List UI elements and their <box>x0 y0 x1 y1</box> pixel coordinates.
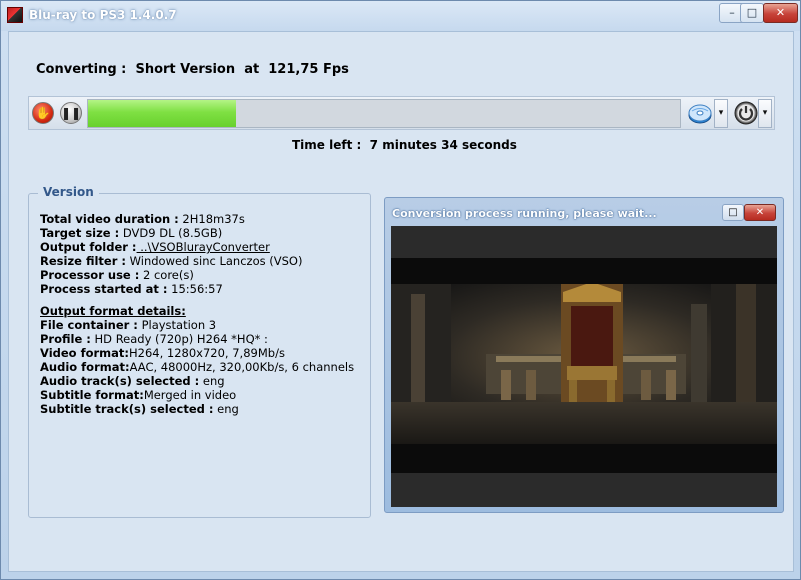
fps-value: 121,75 Fps <box>268 62 349 77</box>
close-button[interactable]: ✕ <box>763 3 798 23</box>
stop-hand-icon: ✋ <box>35 106 51 120</box>
output-header-label: Output format details: <box>40 304 186 318</box>
disc-burn-button[interactable] <box>687 100 713 126</box>
info-value: AAC, 48000Hz, 320,00Kb/s, 6 channels <box>129 360 355 374</box>
title-bar[interactable]: Blu-ray to PS3 1.4.0.7 – □ ✕ <box>1 1 800 31</box>
window-title: Blu-ray to PS3 1.4.0.7 <box>29 8 177 22</box>
info-value: eng <box>213 402 239 416</box>
preview-window[interactable]: Conversion process running, please wait.… <box>384 197 784 513</box>
preview-maximize-button[interactable]: □ <box>722 204 744 221</box>
info-row-subtitle-format: Subtitle format:Merged in video <box>40 388 366 402</box>
version-group-title: Version <box>38 185 99 199</box>
info-value: HD Ready (720p) H264 *HQ* : <box>90 332 268 346</box>
info-value: 2 core(s) <box>139 268 194 282</box>
info-row-container: File container : Playstation 3 <box>40 318 366 332</box>
info-value: eng <box>199 374 225 388</box>
letterbox-top <box>391 258 777 284</box>
info-row-started: Process started at : 15:56:57 <box>40 282 366 296</box>
stop-button[interactable]: ✋ <box>32 102 54 124</box>
info-label: Processor use : <box>40 268 140 282</box>
info-row-profile: Profile : HD Ready (720p) H264 *HQ* : <box>40 332 366 346</box>
info-label: Target size : <box>40 226 120 240</box>
info-value: Windowed sinc Lanczos (VSO) <box>125 254 303 268</box>
minimize-icon: – <box>729 6 735 19</box>
info-label: Resize filter : <box>40 254 126 268</box>
power-options-dropdown[interactable]: ▾ <box>758 99 772 128</box>
disc-options-dropdown[interactable]: ▾ <box>714 99 728 128</box>
output-folder-link[interactable]: ..\VSOBlurayConverter <box>137 240 270 254</box>
shutdown-button[interactable] <box>733 100 759 126</box>
version-group: Version Total video duration : 2H18m37s … <box>28 185 371 518</box>
info-label: Video format: <box>40 346 129 360</box>
time-left-label: Time left : <box>292 138 362 152</box>
info-value: 2H18m37s <box>178 212 245 226</box>
info-label: Profile : <box>40 332 91 346</box>
progress-toolbar: ✋ ❚❚ ▾ ▾ <box>28 96 775 130</box>
pause-icon: ❚❚ <box>61 106 82 120</box>
info-row-target-size: Target size : DVD9 DL (8.5GB) <box>40 226 366 240</box>
info-label: File container : <box>40 318 138 332</box>
video-preview <box>391 226 777 507</box>
close-icon: ✕ <box>775 6 786 19</box>
info-row-audio-tracks: Audio track(s) selected : eng <box>40 374 366 388</box>
info-row-duration: Total video duration : 2H18m37s <box>40 212 366 226</box>
disc-burn-icon <box>688 104 712 124</box>
pause-button[interactable]: ❚❚ <box>60 102 82 124</box>
progress-fill <box>88 100 236 127</box>
version-name: Short Version <box>135 62 236 77</box>
output-format-header: Output format details: <box>40 304 366 318</box>
at-label: at <box>244 62 260 77</box>
main-panel: Converting : Short Version at 121,75 Fps… <box>8 31 794 572</box>
video-frame-image <box>391 284 777 444</box>
time-left-value: 7 minutes 34 seconds <box>369 138 517 152</box>
info-value: Playstation 3 <box>137 318 217 332</box>
info-label: Audio format: <box>40 360 130 374</box>
close-icon: ✕ <box>755 207 765 218</box>
preview-close-button[interactable]: ✕ <box>744 204 776 221</box>
time-left: Time left : 7 minutes 34 seconds <box>292 138 517 152</box>
info-row-output-folder: Output folder : ..\VSOBlurayConverter <box>40 240 366 254</box>
info-label: Subtitle track(s) selected : <box>40 402 214 416</box>
info-row-resize-filter: Resize filter : Windowed sinc Lanczos (V… <box>40 254 366 268</box>
info-value: H264, 1280x720, 7,89Mb/s <box>129 346 285 360</box>
info-label: Output folder : <box>40 240 137 254</box>
info-label: Total video duration : <box>40 212 179 226</box>
letterbox-bottom <box>391 444 777 473</box>
info-value: DVD9 DL (8.5GB) <box>119 226 223 240</box>
info-row-video-format: Video format:H264, 1280x720, 7,89Mb/s <box>40 346 366 360</box>
maximize-icon: □ <box>728 207 738 218</box>
version-info: Total video duration : 2H18m37s Target s… <box>40 212 366 416</box>
app-window: Blu-ray to PS3 1.4.0.7 – □ ✕ Converting … <box>0 0 801 580</box>
info-row-subtitle-tracks: Subtitle track(s) selected : eng <box>40 402 366 416</box>
info-value: Merged in video <box>143 388 237 402</box>
progress-bar <box>87 99 681 128</box>
converting-label: Converting : <box>36 62 127 77</box>
app-logo-icon <box>7 7 23 23</box>
info-row-audio-format: Audio format:AAC, 48000Hz, 320,00Kb/s, 6… <box>40 360 366 374</box>
info-label: Process started at : <box>40 282 168 296</box>
maximize-button[interactable]: □ <box>740 3 764 23</box>
preview-title: Conversion process running, please wait.… <box>392 207 657 220</box>
maximize-icon: □ <box>746 6 758 19</box>
conversion-status: Converting : Short Version at 121,75 Fps <box>36 62 349 77</box>
power-icon <box>734 101 758 125</box>
info-label: Audio track(s) selected : <box>40 374 200 388</box>
info-label: Subtitle format: <box>40 388 144 402</box>
info-row-processor: Processor use : 2 core(s) <box>40 268 366 282</box>
info-value: 15:56:57 <box>167 282 223 296</box>
